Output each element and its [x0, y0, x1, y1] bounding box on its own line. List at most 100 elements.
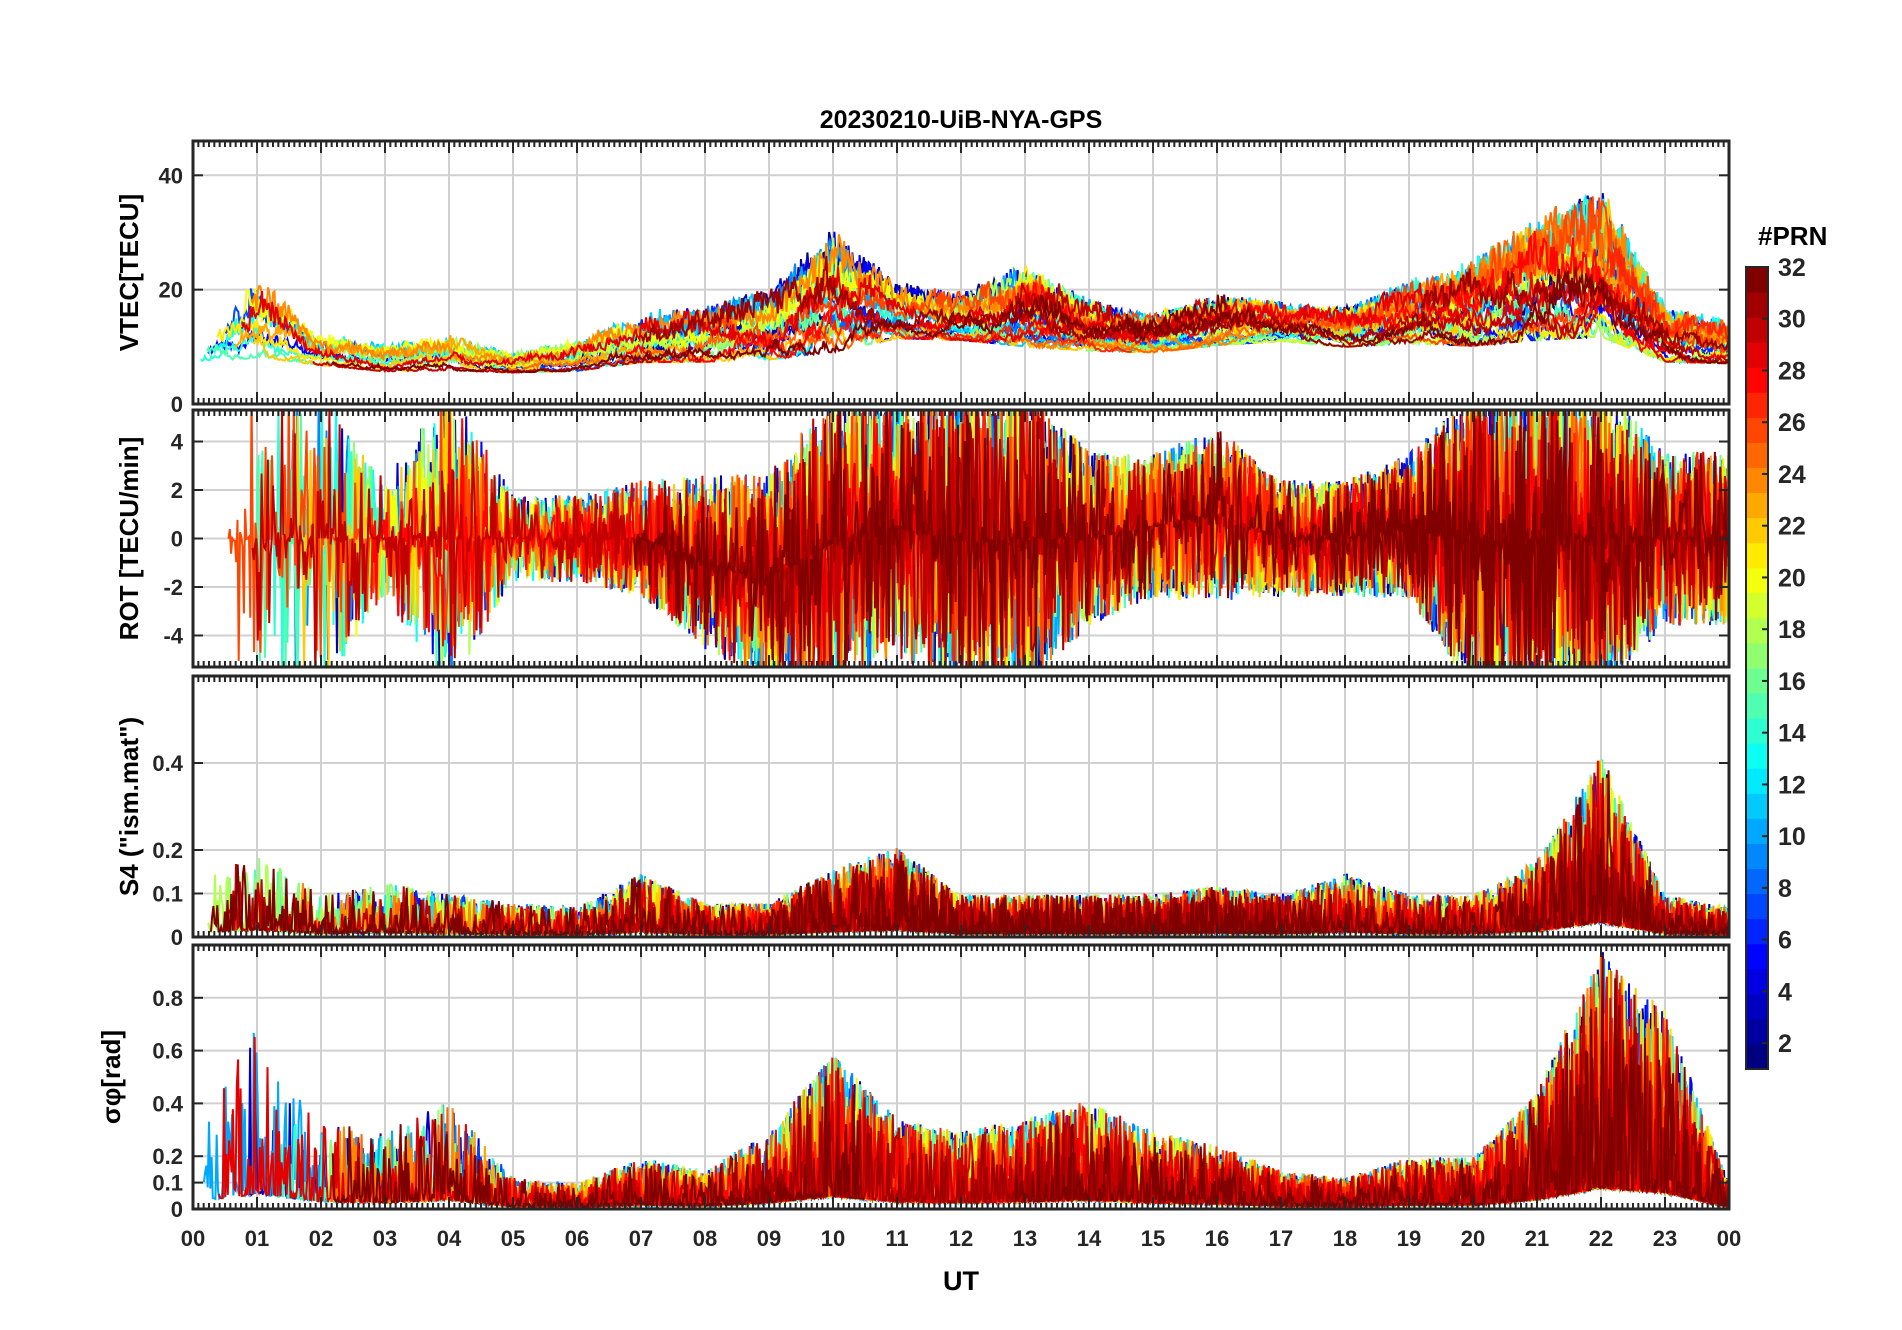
- colorbar-segment: [1746, 467, 1768, 494]
- y-tick-label: -4: [163, 623, 183, 648]
- colorbar-segment: [1746, 292, 1768, 318]
- colorbar-tick-label: 24: [1778, 461, 1806, 489]
- y-axis-label: ROT [TECU/min]: [114, 437, 144, 641]
- x-tick-label: 02: [309, 1226, 333, 1251]
- y-tick-label: 0.4: [152, 1091, 183, 1116]
- colorbar-tick-label: 10: [1778, 823, 1806, 851]
- y-tick-label: 0.2: [152, 838, 183, 863]
- y-tick-label: -2: [163, 575, 183, 600]
- colorbar-segment: [1746, 517, 1768, 544]
- y-tick-label: 0.1: [152, 882, 183, 907]
- y-tick-label: 0.1: [152, 1171, 183, 1196]
- x-tick-label: 09: [757, 1226, 781, 1251]
- colorbar: 2468101214161820222426283032#PRN: [1745, 221, 1827, 1070]
- y-tick-label: 40: [159, 163, 183, 188]
- colorbar-segment: [1746, 943, 1768, 970]
- x-tick-label: 22: [1589, 1226, 1613, 1251]
- colorbar-segment: [1746, 542, 1768, 569]
- colorbar-segment: [1746, 893, 1768, 920]
- x-tick-label: 07: [629, 1226, 653, 1251]
- x-tick-label: 04: [437, 1226, 462, 1251]
- y-tick-label: 20: [159, 278, 183, 303]
- colorbar-segment: [1746, 592, 1768, 619]
- x-tick-label: 18: [1333, 1226, 1357, 1251]
- y-tick-label: 0: [171, 392, 183, 417]
- colorbar-segment: [1746, 267, 1768, 293]
- x-tick-label: 00: [1717, 1226, 1741, 1251]
- colorbar-tick-label: 6: [1778, 927, 1792, 955]
- colorbar-segment: [1746, 642, 1768, 669]
- colorbar-tick-label: 20: [1778, 564, 1806, 592]
- x-tick-label: 05: [501, 1226, 525, 1251]
- x-axis-label: UT: [943, 1266, 979, 1296]
- x-tick-label: 14: [1077, 1226, 1102, 1251]
- y-tick-label: 0: [171, 527, 183, 552]
- colorbar-segment: [1746, 567, 1768, 594]
- colorbar-segment: [1746, 1043, 1768, 1070]
- x-tick-label: 19: [1397, 1226, 1421, 1251]
- colorbar-tick-label: 30: [1778, 306, 1806, 334]
- y-axis-label: S4 ("ism.mat"): [114, 717, 144, 896]
- panel-4: 00.10.2 0.4 0.6 0.8 σφ[rad]: [96, 943, 1731, 1222]
- y-tick-label: 0: [171, 925, 183, 950]
- x-tick-label: 23: [1653, 1226, 1677, 1251]
- colorbar-tick-label: 2: [1778, 1030, 1792, 1058]
- colorbar-tick-label: 16: [1778, 668, 1806, 696]
- x-tick-label: 01: [245, 1226, 269, 1251]
- colorbar-segment: [1746, 818, 1768, 844]
- colorbar-segment: [1746, 342, 1768, 368]
- colorbar-segment: [1746, 417, 1768, 443]
- colorbar-segment: [1746, 793, 1768, 819]
- colorbar-segment: [1746, 768, 1768, 794]
- y-axis-label: VTEC[TECU]: [114, 194, 144, 351]
- x-tick-label: 21: [1525, 1226, 1549, 1251]
- colorbar-segment: [1746, 392, 1768, 418]
- x-tick-label: 11: [885, 1226, 908, 1251]
- colorbar-segment: [1746, 843, 1768, 869]
- y-tick-label: 4: [171, 430, 184, 455]
- colorbar-segment: [1746, 743, 1768, 769]
- x-tick-label: 20: [1461, 1226, 1485, 1251]
- y-tick-label: 2: [171, 478, 183, 503]
- colorbar-segment: [1746, 693, 1768, 719]
- colorbar-segment: [1746, 492, 1768, 519]
- colorbar-segment: [1746, 442, 1768, 468]
- x-tick-labels: 00 01 02 03 04 05 06 07 08 09 10 11 12 13 14 15 16 17 18 19…: [181, 1226, 1741, 1251]
- colorbar-title: #PRN: [1758, 221, 1827, 251]
- colorbar-segment: [1746, 718, 1768, 744]
- y-tick-label: 0.8: [152, 986, 183, 1011]
- figure: 20230210-UiB-NYA-GPS 02040VTEC[TECU]-4-2…: [96, 106, 1827, 1296]
- colorbar-tick-label: 4: [1778, 978, 1792, 1006]
- panel-1: 0 20 40 VTEC[TECU]: [114, 139, 1731, 417]
- colorbar-tick-label: 18: [1778, 616, 1806, 644]
- colorbar-tick-label: 8: [1778, 875, 1792, 903]
- y-tick-label: 0.4: [152, 751, 183, 776]
- colorbar-tick-label: 12: [1778, 771, 1806, 799]
- x-tick-label: 13: [1013, 1226, 1037, 1251]
- x-tick-label: 08: [693, 1226, 717, 1251]
- colorbar-segment: [1746, 993, 1768, 1020]
- panel-2: -4 -2 0 2 4 ROT [TECU/min]: [114, 408, 1731, 669]
- chart-title: 20230210-UiB-NYA-GPS: [820, 106, 1103, 134]
- colorbar-tick-label: 28: [1778, 357, 1806, 385]
- colorbar-segment: [1746, 868, 1768, 895]
- y-tick-label: 0.2: [152, 1144, 183, 1169]
- colorbar-segment: [1746, 617, 1768, 644]
- y-tick-label: 0: [171, 1197, 183, 1222]
- x-tick-label: 00: [181, 1226, 205, 1251]
- y-tick-label: 0.6: [152, 1039, 183, 1064]
- colorbar-tick-label: 14: [1778, 720, 1806, 748]
- y-axis-label: σφ[rad]: [96, 1030, 126, 1124]
- x-tick-label: 06: [565, 1226, 589, 1251]
- colorbar-tick-label: 26: [1778, 409, 1806, 437]
- x-tick-label: 16: [1205, 1226, 1229, 1251]
- x-tick-label: 17: [1269, 1226, 1293, 1251]
- colorbar-tick-label: 32: [1778, 254, 1806, 282]
- colorbar-segment: [1746, 317, 1768, 343]
- colorbar-segment: [1746, 1018, 1768, 1045]
- x-tick-label: 10: [821, 1226, 845, 1251]
- x-tick-label: 12: [949, 1226, 973, 1251]
- x-tick-label: 03: [373, 1226, 397, 1251]
- colorbar-tick-label: 22: [1778, 513, 1806, 541]
- panel-3: 0 0.1 0.2 0.4 S4 ("ism.mat"): [114, 674, 1731, 950]
